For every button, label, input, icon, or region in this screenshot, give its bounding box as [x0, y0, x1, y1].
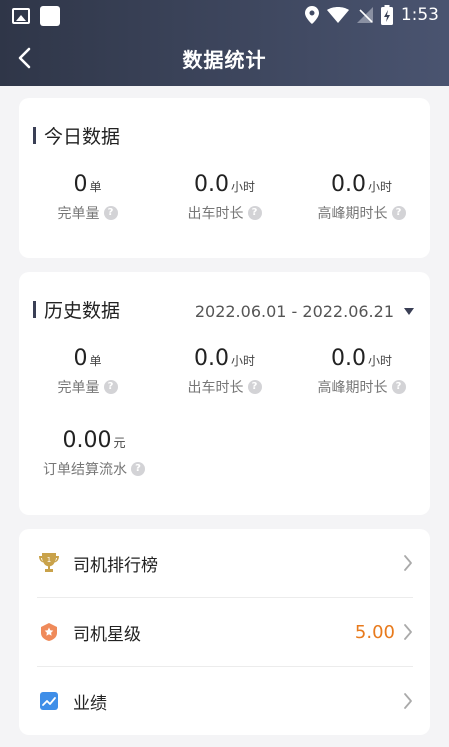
menu-card: 1 司机排行榜 司机星级 5.00 业绩 [19, 529, 430, 735]
menu-item-performance[interactable]: 业绩 [37, 667, 413, 735]
app-notification-icon [40, 6, 60, 26]
chart-up-icon [37, 689, 61, 713]
menu-item-driver-ranking[interactable]: 1 司机排行榜 [37, 529, 413, 597]
stat-label: 完单量 [57, 380, 100, 396]
stat-value: 0.0 [193, 172, 229, 197]
stat-value: 0.0 [193, 346, 229, 371]
stat-unit: 小时 [230, 180, 255, 194]
today-orders-stat: 0单 完单量? [19, 172, 156, 223]
stat-label: 高峰期时长 [317, 380, 388, 396]
chevron-right-icon [404, 555, 412, 571]
help-icon[interactable]: ? [391, 206, 406, 220]
wifi-icon [326, 7, 349, 23]
chevron-right-icon [404, 624, 412, 640]
stat-label: 出车时长 [187, 380, 244, 396]
menu-item-label: 司机星级 [73, 624, 141, 645]
history-data-title: 历史数据 [33, 296, 120, 323]
star-level-value: 5.00 [354, 621, 395, 643]
trophy-icon: 1 [37, 551, 61, 575]
gallery-notification-icon [12, 8, 30, 24]
no-signal-icon [356, 7, 373, 23]
stat-unit: 单 [89, 354, 102, 368]
today-data-title: 今日数据 [33, 122, 120, 149]
help-icon[interactable]: ? [103, 380, 118, 394]
history-settlement-stat: 0.00 元 订单结算流水? [19, 428, 169, 479]
stat-unit: 小时 [230, 354, 255, 368]
stat-unit: 小时 [367, 354, 392, 368]
stat-value: 0.0 [330, 172, 366, 197]
stat-value: 0 [73, 346, 88, 371]
stat-value: 0.00 [62, 428, 112, 453]
stat-value: 0.0 [330, 346, 366, 371]
date-range-selector[interactable]: 2022.06.01 - 2022.06.21 [195, 302, 414, 321]
help-icon[interactable]: ? [131, 462, 145, 476]
history-data-card: 历史数据 2022.06.01 - 2022.06.21 0单 完单量? 0.0… [19, 272, 430, 515]
chevron-right-icon [404, 693, 412, 709]
history-drive-hours-stat: 0.0 小时 出车时长? [156, 346, 293, 397]
stat-label: 订单结算流水 [43, 462, 127, 478]
history-peak-hours-stat: 0.0 小时 高峰期时长? [293, 346, 430, 397]
menu-item-label: 司机排行榜 [73, 555, 158, 576]
caret-down-icon [404, 308, 414, 315]
stat-label: 完单量 [57, 206, 100, 222]
help-icon[interactable]: ? [247, 380, 262, 394]
today-data-card: 今日数据 0单 完单量? 0.0 小时 出车时长? 0.0 小时 高峰期时长? [19, 98, 430, 258]
status-time: 1:53 [400, 5, 439, 25]
location-icon [304, 6, 319, 24]
stat-label: 出车时长 [187, 206, 244, 222]
menu-item-label: 业绩 [73, 693, 107, 714]
stat-label: 高峰期时长 [317, 206, 388, 222]
history-orders-stat: 0单 完单量? [19, 346, 156, 397]
help-icon[interactable]: ? [103, 206, 118, 220]
today-drive-hours-stat: 0.0 小时 出车时长? [156, 172, 293, 223]
battery-charging-icon [380, 5, 393, 25]
date-range-text: 2022.06.01 - 2022.06.21 [194, 302, 394, 321]
stat-unit: 单 [89, 180, 102, 194]
star-badge-icon [37, 620, 61, 644]
svg-text:1: 1 [47, 556, 51, 564]
menu-item-driver-star-level[interactable]: 司机星级 5.00 [37, 598, 413, 666]
today-peak-hours-stat: 0.0 小时 高峰期时长? [293, 172, 430, 223]
stat-value: 0 [73, 172, 88, 197]
page-title: 数据统计 [182, 48, 267, 72]
help-icon[interactable]: ? [247, 206, 262, 220]
help-icon[interactable]: ? [391, 380, 406, 394]
stat-unit: 小时 [367, 180, 392, 194]
status-bar: 1:53 [0, 0, 449, 32]
stat-unit: 元 [113, 436, 126, 450]
header-bar: 1:53 数据统计 [0, 0, 449, 86]
